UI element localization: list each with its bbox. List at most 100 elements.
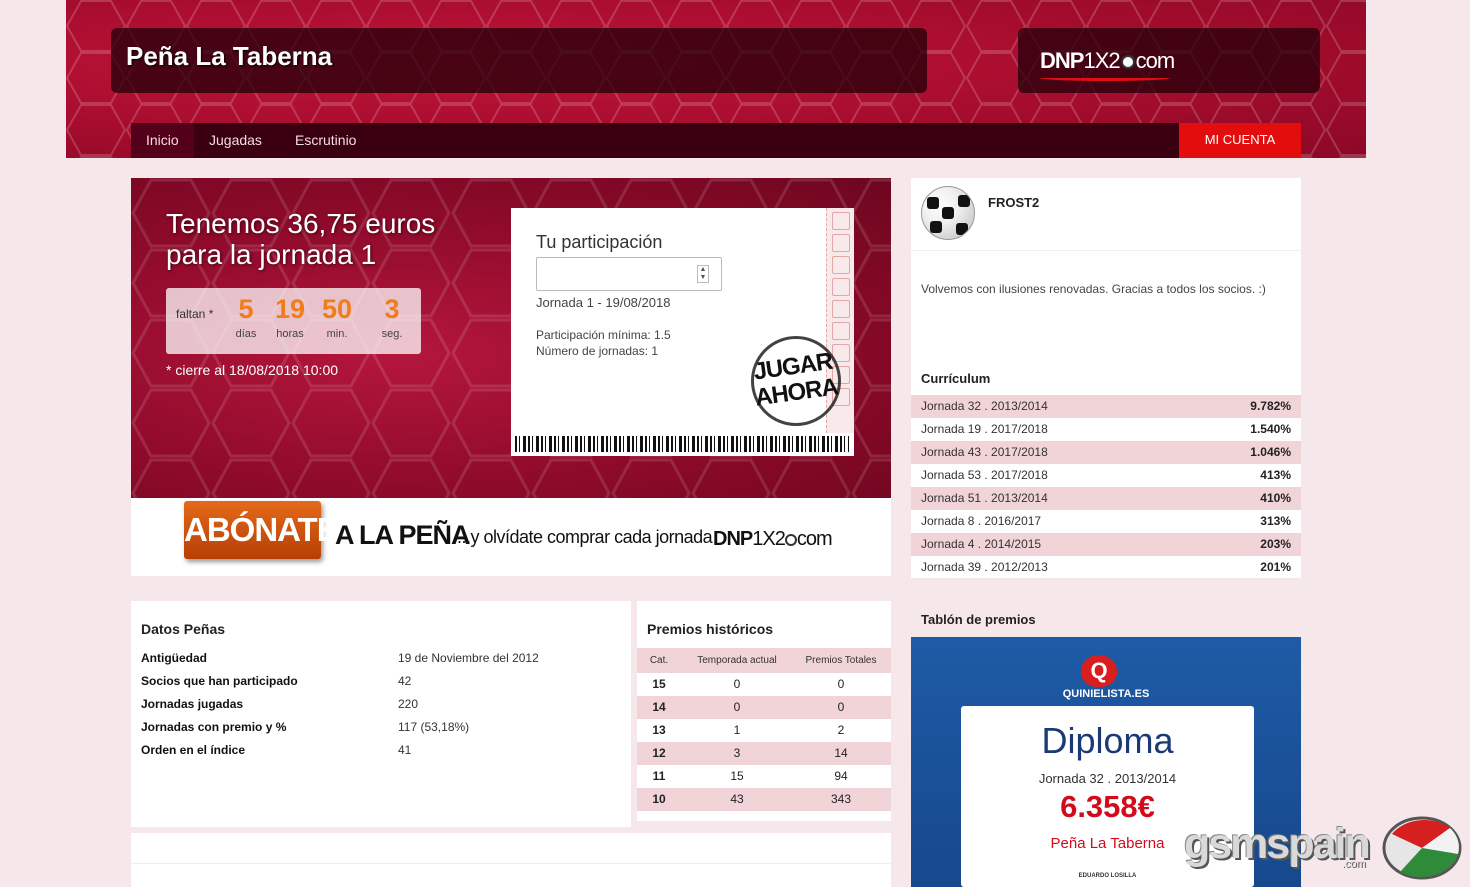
list-item: Jornada 51 . 2013/2014 410% (911, 487, 1301, 510)
list-item: Jornada 39 . 2012/2013 201% (911, 556, 1301, 579)
close-note: * cierre al 18/08/2018 10:00 (166, 362, 339, 378)
ticket-jornada: Jornada 1 - 19/08/2018 (536, 295, 671, 310)
countdown: faltan * 5 días 19 horas 50 min. 3 seg. (166, 288, 421, 354)
divider (911, 250, 1301, 251)
curriculum-percent: 203% (1260, 537, 1291, 551)
dnp-logo-box[interactable]: DNP1X2 com (1018, 28, 1320, 93)
ball-icon (784, 533, 797, 546)
list-item: Jornada 8 . 2016/2017 313% (911, 510, 1301, 533)
bottom-panel (131, 833, 891, 887)
table-row: 13 1 2 (637, 719, 891, 742)
jugar-ahora-button[interactable]: JUGAR AHORA (743, 330, 847, 434)
cell-cat: 10 (652, 792, 666, 806)
premios-title: Premios históricos (647, 621, 774, 637)
header-temporada: Temporada actual (697, 655, 777, 666)
list-item: Jornada 53 . 2017/2018 413% (911, 464, 1301, 487)
nav-inicio[interactable]: Inicio (131, 123, 194, 158)
participation-input[interactable]: ▲ ▼ (536, 257, 722, 291)
logo-swoosh (1040, 75, 1170, 81)
list-item: Jornada 32 . 2013/2014 9.782% (911, 395, 1301, 418)
curriculum-jornada: Jornada 4 . 2014/2015 (921, 537, 1042, 551)
datos-title: Datos Peñas (141, 621, 226, 637)
datos-key: Antigüedad (141, 651, 207, 665)
hero-title: Tenemos 36,75 euros para la jornada 1 (166, 208, 435, 270)
title-box: Peña La Taberna (111, 28, 927, 93)
premios-table: Cat. Temporada actual Premios Totales 15… (637, 648, 891, 811)
username[interactable]: FROST2 (988, 195, 1039, 210)
cell-cat: 11 (652, 769, 666, 783)
cell-cat: 14 (652, 700, 666, 714)
hero-title-line2: para la jornada 1 (166, 239, 377, 270)
logo-prefix: DNP (1040, 48, 1084, 73)
cell-totales: 94 (834, 769, 848, 783)
curriculum-percent: 1.540% (1250, 422, 1291, 436)
table-row: 14 0 0 (637, 696, 891, 719)
hero-title-line1: Tenemos 36,75 euros (166, 208, 436, 239)
cell-totales: 2 (837, 723, 845, 737)
datos-key: Jornadas jugadas (141, 697, 244, 711)
table-row: 11 15 94 (637, 765, 891, 788)
cell-cat: 15 (652, 677, 666, 691)
profile-panel: FROST2 Volvemos con ilusiones renovadas.… (911, 178, 1301, 578)
ticket-min: Participación mínima: 1.5 (536, 328, 671, 342)
ticket-num: Número de jornadas: 1 (536, 344, 659, 358)
ticket-title: Tu participación (536, 232, 663, 252)
dnp-logo[interactable]: DNP1X2 com (1040, 48, 1175, 74)
days-label: días (235, 328, 257, 340)
site-title[interactable]: Peña La Taberna (126, 41, 332, 72)
curriculum-title: Currículum (921, 371, 991, 386)
countdown-days: 5 días (221, 294, 271, 340)
curriculum-jornada: Jornada 8 . 2016/2017 (921, 514, 1042, 528)
datos-value: 19 de Noviembre del 2012 (398, 651, 539, 665)
logo-suffix: com (796, 528, 833, 550)
curriculum-percent: 201% (1260, 560, 1291, 574)
cell-totales: 0 (837, 700, 845, 714)
datos-value: 42 (398, 674, 412, 688)
main-nav: Inicio Jugadas Escrutinio MI CUENTA (131, 123, 1301, 158)
cell-totales: 343 (830, 792, 852, 806)
cell-totales: 0 (837, 677, 845, 691)
header-cat: Cat. (649, 655, 669, 666)
hours-value: 19 (274, 294, 306, 324)
table-row: 10 43 343 (637, 788, 891, 811)
datos-panel: Datos Peñas Antigüedad 19 de Noviembre d… (131, 601, 631, 827)
ball-icon (1120, 55, 1135, 70)
profile-bio: Volvemos con ilusiones renovadas. Gracia… (921, 282, 1266, 296)
mi-cuenta-button[interactable]: MI CUENTA (1179, 123, 1301, 158)
curriculum-jornada: Jornada 51 . 2013/2014 (921, 491, 1048, 505)
diploma-jornada: Jornada 32 . 2013/2014 (1038, 771, 1177, 786)
avatar[interactable] (921, 186, 975, 240)
premios-panel: Premios históricos Cat. Temporada actual… (637, 601, 891, 821)
hours-label: horas (276, 328, 304, 340)
abonate-banner[interactable]: ABÓNATE A LA PEÑA ...y olvídate comprar … (131, 498, 891, 576)
cell-temporada: 15 (730, 769, 744, 783)
list-item: Jornada 4 . 2014/2015 203% (911, 533, 1301, 556)
cell-temporada: 1 (733, 723, 741, 737)
spinner-icon[interactable]: ▲ ▼ (697, 265, 709, 283)
abonate-dnp-logo: DNP1X2 com (713, 528, 833, 551)
cell-totales: 14 (834, 746, 848, 760)
datos-key: Orden en el índice (141, 743, 246, 757)
cell-cat: 12 (652, 746, 666, 760)
cell-temporada: 0 (733, 677, 741, 691)
countdown-seconds: 3 seg. (367, 294, 417, 340)
curriculum-list: Jornada 32 . 2013/2014 9.782% Jornada 19 … (911, 395, 1301, 579)
divider (131, 863, 891, 864)
nav-escrutinio[interactable]: Escrutinio (280, 123, 371, 158)
watermark-suffix: .com (1342, 858, 1366, 870)
minutes-value: 50 (321, 294, 353, 324)
header-totales: Premios Totales (805, 655, 877, 666)
globe-icon (1382, 816, 1462, 880)
datos-key: Socios que han participado (141, 674, 298, 688)
curriculum-jornada: Jornada 39 . 2012/2013 (921, 560, 1048, 574)
abonate-pena: A LA PEÑA (335, 520, 471, 550)
diploma-title: Diploma (1041, 720, 1174, 761)
logo-middle: 1X2 (1083, 48, 1120, 73)
abonate-button[interactable]: ABÓNATE (184, 501, 339, 559)
list-item: Jornada 43 . 2017/2018 1.046% (911, 441, 1301, 464)
nav-jugadas[interactable]: Jugadas (194, 123, 277, 158)
barcode (515, 436, 849, 452)
curriculum-percent: 410% (1260, 491, 1291, 505)
hero-banner: Tenemos 36,75 euros para la jornada 1 fa… (131, 178, 891, 498)
table-header: Cat. Temporada actual Premios Totales (637, 648, 891, 673)
